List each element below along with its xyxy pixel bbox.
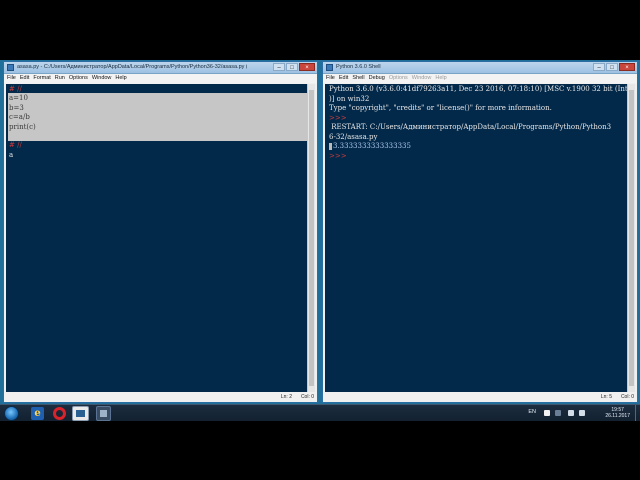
shell-prompt: >>> xyxy=(329,113,347,122)
shell-window: Python 3.6.0 Shell – □ × File Edit Shell… xyxy=(322,61,638,403)
menu-options[interactable]: Options xyxy=(389,74,412,83)
menu-edit[interactable]: Edit xyxy=(20,74,33,83)
menu-debug[interactable]: Debug xyxy=(369,74,389,83)
opera-icon[interactable] xyxy=(53,407,66,420)
close-button[interactable]: × xyxy=(619,63,635,71)
editor-title: asasa.py - C:/Users/Администратор/AppDat… xyxy=(17,64,247,70)
volume-icon[interactable] xyxy=(579,410,585,416)
shell-banner: Python 3.6.0 (v3.6.0:41df79263a11, Dec 2… xyxy=(329,85,627,93)
shell-menubar: File Edit Shell Debug Options Window Hel… xyxy=(323,74,637,83)
show-desktop-button[interactable] xyxy=(635,405,640,422)
menu-format[interactable]: Format xyxy=(33,74,54,83)
maximize-button[interactable]: □ xyxy=(286,63,298,71)
close-button[interactable]: × xyxy=(299,63,315,71)
restart-line: RESTART: C:/Users/Администратор/AppData/… xyxy=(329,123,612,131)
menu-file[interactable]: File xyxy=(7,74,20,83)
editor-titlebar[interactable]: asasa.py - C:/Users/Администратор/AppDat… xyxy=(4,62,317,74)
minimize-button[interactable]: – xyxy=(593,63,605,71)
idle-taskbar-icon[interactable] xyxy=(72,406,89,421)
menu-edit[interactable]: Edit xyxy=(339,74,352,83)
clock-date: 26.11.2017 xyxy=(605,413,630,419)
shell-scrollbar[interactable] xyxy=(627,84,635,392)
editor-statusbar: Ln: 2 Col: 0 xyxy=(4,393,317,402)
letterbox-bottom xyxy=(0,421,640,480)
clock[interactable]: 19:57 26.11.2017 xyxy=(605,407,630,419)
menu-options[interactable]: Options xyxy=(69,74,92,83)
shell-titlebar[interactable]: Python 3.6.0 Shell – □ × xyxy=(323,62,637,74)
selection-highlight xyxy=(8,93,307,103)
system-tray: EN 19:57 26.11.2017 xyxy=(480,405,640,422)
shell-banner: Type "copyright", "credits" or "license(… xyxy=(329,104,552,112)
window-taskbar-icon[interactable] xyxy=(96,406,111,421)
network-icon[interactable] xyxy=(568,410,574,416)
idle-window-thumb xyxy=(76,410,85,417)
editor-window: asasa.py - C:/Users/Администратор/AppDat… xyxy=(3,61,318,403)
shell-console[interactable]: Python 3.6.0 (v3.6.0:41df79263a11, Dec 2… xyxy=(325,84,627,392)
action-center-icon[interactable] xyxy=(555,410,561,416)
menu-help[interactable]: Help xyxy=(115,74,130,83)
taskbar: e EN 19:57 26.11.2017 xyxy=(0,404,640,422)
python-shell-icon xyxy=(326,64,333,71)
editor-scrollbar[interactable] xyxy=(307,84,315,392)
internet-explorer-icon[interactable]: e xyxy=(31,407,44,420)
code-editor[interactable]: # // a=10 b=3 c=a/b print(c) # // a xyxy=(6,84,307,392)
line-number: Ln: 5 xyxy=(600,394,612,400)
text-cursor xyxy=(329,142,332,150)
line-number: Ln: 2 xyxy=(280,394,292,400)
shell-title: Python 3.6.0 Shell xyxy=(336,64,381,70)
selection-highlight xyxy=(8,103,307,141)
shell-statusbar: Ln: 5 Col: 0 xyxy=(323,393,637,402)
shell-prompt: >>> xyxy=(329,151,347,160)
column-number: Col: 0 xyxy=(300,394,314,400)
window-thumb xyxy=(100,410,107,417)
code-line: c=a/b xyxy=(9,113,30,121)
flag-icon[interactable] xyxy=(544,410,550,416)
menu-file[interactable]: File xyxy=(326,74,339,83)
code-line: b=3 xyxy=(9,103,24,112)
code-line: a=10 xyxy=(9,94,28,102)
menu-window[interactable]: Window xyxy=(412,74,436,83)
screen: asasa.py - C:/Users/Администратор/AppDat… xyxy=(0,0,640,480)
code-line: print(c) xyxy=(9,122,36,131)
menu-help[interactable]: Help xyxy=(435,74,450,83)
minimize-button[interactable]: – xyxy=(273,63,285,71)
code-line: a xyxy=(9,150,14,159)
scrollbar-thumb[interactable] xyxy=(309,90,314,386)
language-indicator[interactable]: EN xyxy=(528,409,536,415)
shell-banner: )] on win32 xyxy=(329,94,370,103)
restart-line: 6-32/asasa.py xyxy=(329,132,378,141)
code-comment: # // xyxy=(9,141,22,149)
shell-output: 3.3333333333333335 xyxy=(329,142,411,151)
code-comment: # // xyxy=(9,85,22,93)
menu-shell[interactable]: Shell xyxy=(352,74,368,83)
start-button[interactable] xyxy=(4,406,19,421)
maximize-button[interactable]: □ xyxy=(606,63,618,71)
editor-menubar: File Edit Format Run Options Window Help xyxy=(4,74,317,83)
menu-run[interactable]: Run xyxy=(55,74,69,83)
column-number: Col: 0 xyxy=(620,394,634,400)
python-file-icon xyxy=(7,64,14,71)
scrollbar-thumb[interactable] xyxy=(629,90,634,386)
menu-window[interactable]: Window xyxy=(92,74,116,83)
